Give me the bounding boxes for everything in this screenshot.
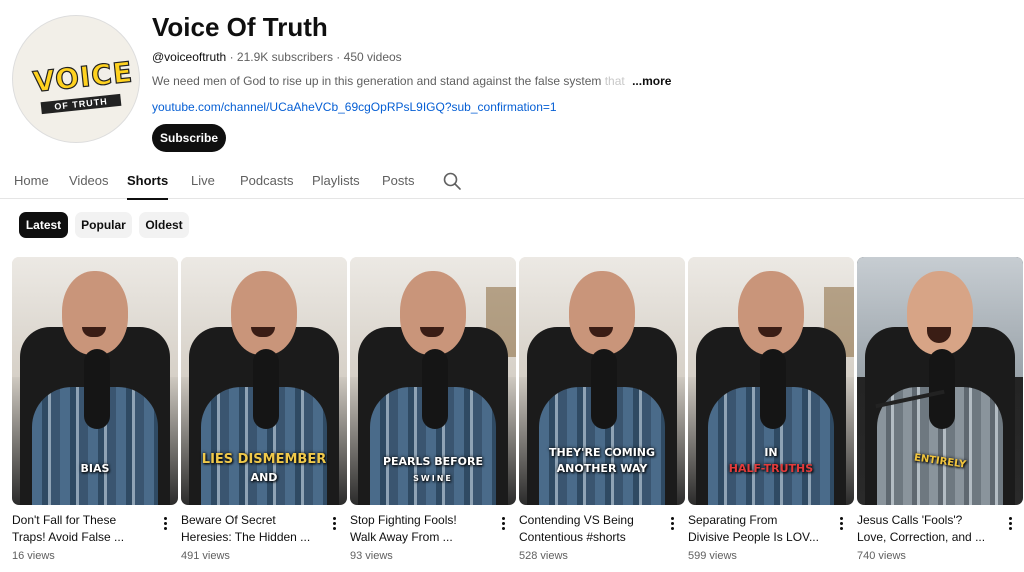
short-title[interactable]: Don't Fall for These Traps! Avoid False .… bbox=[12, 512, 154, 546]
short-title-line: Jesus Calls 'Fools'? bbox=[857, 513, 963, 527]
short-title[interactable]: Beware Of Secret Heresies: The Hidden ... bbox=[181, 512, 323, 546]
microphone-icon bbox=[84, 349, 110, 429]
channel-link[interactable]: youtube.com/channel/UCaAheVCb_69cgOpRPsL… bbox=[152, 99, 557, 115]
short-title-line: Divisive People Is LOV... bbox=[688, 530, 819, 544]
short-title-line: Traps! Avoid False ... bbox=[12, 530, 125, 544]
short-card[interactable]: IN HALF-TRUTHS Separating From Divisive P… bbox=[688, 257, 854, 572]
filter-oldest[interactable]: Oldest bbox=[139, 212, 189, 238]
short-views: 93 views bbox=[350, 550, 393, 562]
short-title-line: Love, Correction, and ... bbox=[857, 530, 986, 544]
short-thumbnail[interactable]: IN HALF-TRUTHS bbox=[688, 257, 854, 505]
subscriber-count: 21.9K subscribers bbox=[236, 50, 333, 64]
tab-podcasts[interactable]: Podcasts bbox=[240, 163, 293, 199]
short-views: 491 views bbox=[181, 550, 230, 562]
short-title-line: Don't Fall for These bbox=[12, 513, 117, 527]
short-card[interactable]: ENTIRELY Jesus Calls 'Fools'? Love, Corre… bbox=[857, 257, 1023, 572]
short-caption-line2: HALF-TRUTHS bbox=[728, 462, 814, 475]
channel-title: Voice Of Truth bbox=[152, 12, 328, 42]
meta-separator: · bbox=[229, 50, 237, 64]
meta-separator: · bbox=[336, 50, 344, 64]
tab-shorts[interactable]: Shorts bbox=[127, 163, 169, 200]
short-title[interactable]: Contending VS Being Contentious #shorts bbox=[519, 512, 661, 546]
short-thumbnail[interactable]: LIES DISMEMBER AND bbox=[181, 257, 347, 505]
channel-avatar[interactable]: VOICE OF TRUTH bbox=[12, 15, 140, 143]
description-more-link[interactable]: ...more bbox=[632, 74, 671, 88]
thumb-face bbox=[569, 271, 635, 355]
channel-description[interactable]: We need men of God to rise up in this ge… bbox=[152, 73, 671, 89]
short-thumbnail[interactable]: THEY'RE COMING ANOTHER WAY bbox=[519, 257, 685, 505]
short-card[interactable]: BIAS Don't Fall for These Traps! Avoid Fa… bbox=[12, 257, 178, 572]
more-vert-icon[interactable] bbox=[329, 515, 339, 533]
short-title-line: Contentious #shorts bbox=[519, 530, 626, 544]
short-card[interactable]: LIES DISMEMBER AND Beware Of Secret Heres… bbox=[181, 257, 347, 572]
tab-home[interactable]: Home bbox=[14, 163, 49, 199]
tab-posts[interactable]: Posts bbox=[382, 163, 415, 199]
short-views: 599 views bbox=[688, 550, 737, 562]
short-title[interactable]: Jesus Calls 'Fools'? Love, Correction, an… bbox=[857, 512, 999, 546]
tab-live[interactable]: Live bbox=[191, 163, 215, 199]
filter-latest[interactable]: Latest bbox=[19, 212, 68, 238]
short-caption-line2: AND bbox=[250, 471, 278, 484]
short-thumbnail[interactable]: ENTIRELY bbox=[857, 257, 1023, 505]
short-thumbnail[interactable]: BIAS bbox=[12, 257, 178, 505]
short-caption: BIAS bbox=[80, 462, 110, 475]
short-caption: THEY'RE COMING bbox=[548, 446, 656, 459]
video-count: 450 videos bbox=[343, 50, 402, 64]
description-text: We need men of God to rise up in this ge… bbox=[152, 74, 602, 88]
short-caption: IN bbox=[764, 446, 778, 459]
short-title[interactable]: Stop Fighting Fools! Walk Away From ... bbox=[350, 512, 492, 546]
short-caption: LIES DISMEMBER bbox=[201, 452, 327, 467]
microphone-icon bbox=[253, 349, 279, 429]
short-title-line: Separating From bbox=[688, 513, 778, 527]
thumb-face bbox=[400, 271, 466, 355]
tab-playlists[interactable]: Playlists bbox=[312, 163, 360, 199]
channel-handle: @voiceoftruth bbox=[152, 50, 227, 64]
search-icon[interactable] bbox=[442, 171, 462, 191]
short-views: 528 views bbox=[519, 550, 568, 562]
more-vert-icon[interactable] bbox=[1005, 515, 1015, 533]
short-card[interactable]: THEY'RE COMING ANOTHER WAY Contending VS… bbox=[519, 257, 685, 572]
more-vert-icon[interactable] bbox=[667, 515, 677, 533]
more-vert-icon[interactable] bbox=[160, 515, 170, 533]
short-title-line: Contending VS Being bbox=[519, 513, 634, 527]
subscribe-button[interactable]: Subscribe bbox=[152, 124, 226, 152]
short-caption: PEARLS BEFORE bbox=[382, 455, 484, 468]
short-views: 740 views bbox=[857, 550, 906, 562]
short-views: 16 views bbox=[12, 550, 55, 562]
short-title-line: Stop Fighting Fools! bbox=[350, 513, 457, 527]
short-title[interactable]: Separating From Divisive People Is LOV... bbox=[688, 512, 830, 546]
description-fade: that bbox=[601, 74, 625, 88]
more-vert-icon[interactable] bbox=[498, 515, 508, 533]
short-thumbnail[interactable]: PEARLS BEFORE SWINE bbox=[350, 257, 516, 505]
thumb-face bbox=[62, 271, 128, 355]
tab-videos[interactable]: Videos bbox=[69, 163, 109, 199]
thumb-face bbox=[231, 271, 297, 355]
channel-header: VOICE OF TRUTH Voice Of Truth @voiceoftr… bbox=[12, 10, 1012, 160]
short-caption-line2: SWINE bbox=[413, 474, 453, 483]
more-vert-icon[interactable] bbox=[836, 515, 846, 533]
filter-popular[interactable]: Popular bbox=[75, 212, 132, 238]
microphone-icon bbox=[760, 349, 786, 429]
short-card[interactable]: PEARLS BEFORE SWINE Stop Fighting Fools!… bbox=[350, 257, 516, 572]
microphone-icon bbox=[591, 349, 617, 429]
short-title-line: Heresies: The Hidden ... bbox=[181, 530, 311, 544]
channel-tabs: Home Videos Shorts Live Podcasts Playlis… bbox=[0, 163, 1024, 200]
channel-meta: @voiceoftruth · 21.9K subscribers · 450 … bbox=[152, 49, 402, 65]
microphone-icon bbox=[422, 349, 448, 429]
thumb-face bbox=[738, 271, 804, 355]
short-title-line: Beware Of Secret bbox=[181, 513, 276, 527]
short-caption-line2: ANOTHER WAY bbox=[556, 462, 648, 475]
short-title-line: Walk Away From ... bbox=[350, 530, 453, 544]
